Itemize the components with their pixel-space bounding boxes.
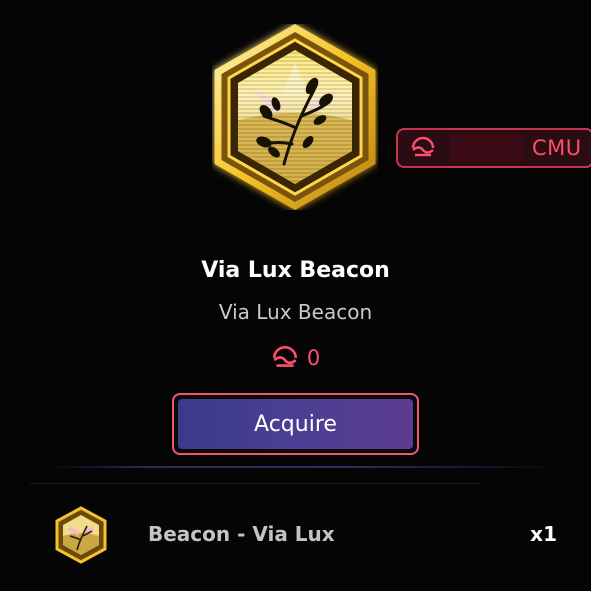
beacon-badge-icon <box>55 506 107 564</box>
item-subtitle: Via Lux Beacon <box>218 300 373 324</box>
divider <box>48 466 542 468</box>
divider <box>30 483 480 484</box>
price-value: 0 <box>306 346 321 370</box>
acquire-button-frame: Acquire <box>172 393 419 455</box>
inventory-row[interactable]: Beacon - Via Lux x1 <box>0 500 591 570</box>
price-row: 0 <box>0 345 591 371</box>
currency-balance: CMU <box>396 128 591 168</box>
currency-balance-masked <box>450 135 524 161</box>
currency-icon <box>271 345 299 371</box>
inventory-item-label: Beacon - Via Lux <box>148 522 335 546</box>
beacon-badge-icon <box>212 24 378 210</box>
currency-icon <box>410 136 436 160</box>
currency-label: CMU <box>532 136 582 160</box>
item-title: Via Lux Beacon <box>201 258 390 283</box>
inventory-item-quantity: x1 <box>530 522 557 546</box>
acquire-button[interactable]: Acquire <box>178 399 413 449</box>
